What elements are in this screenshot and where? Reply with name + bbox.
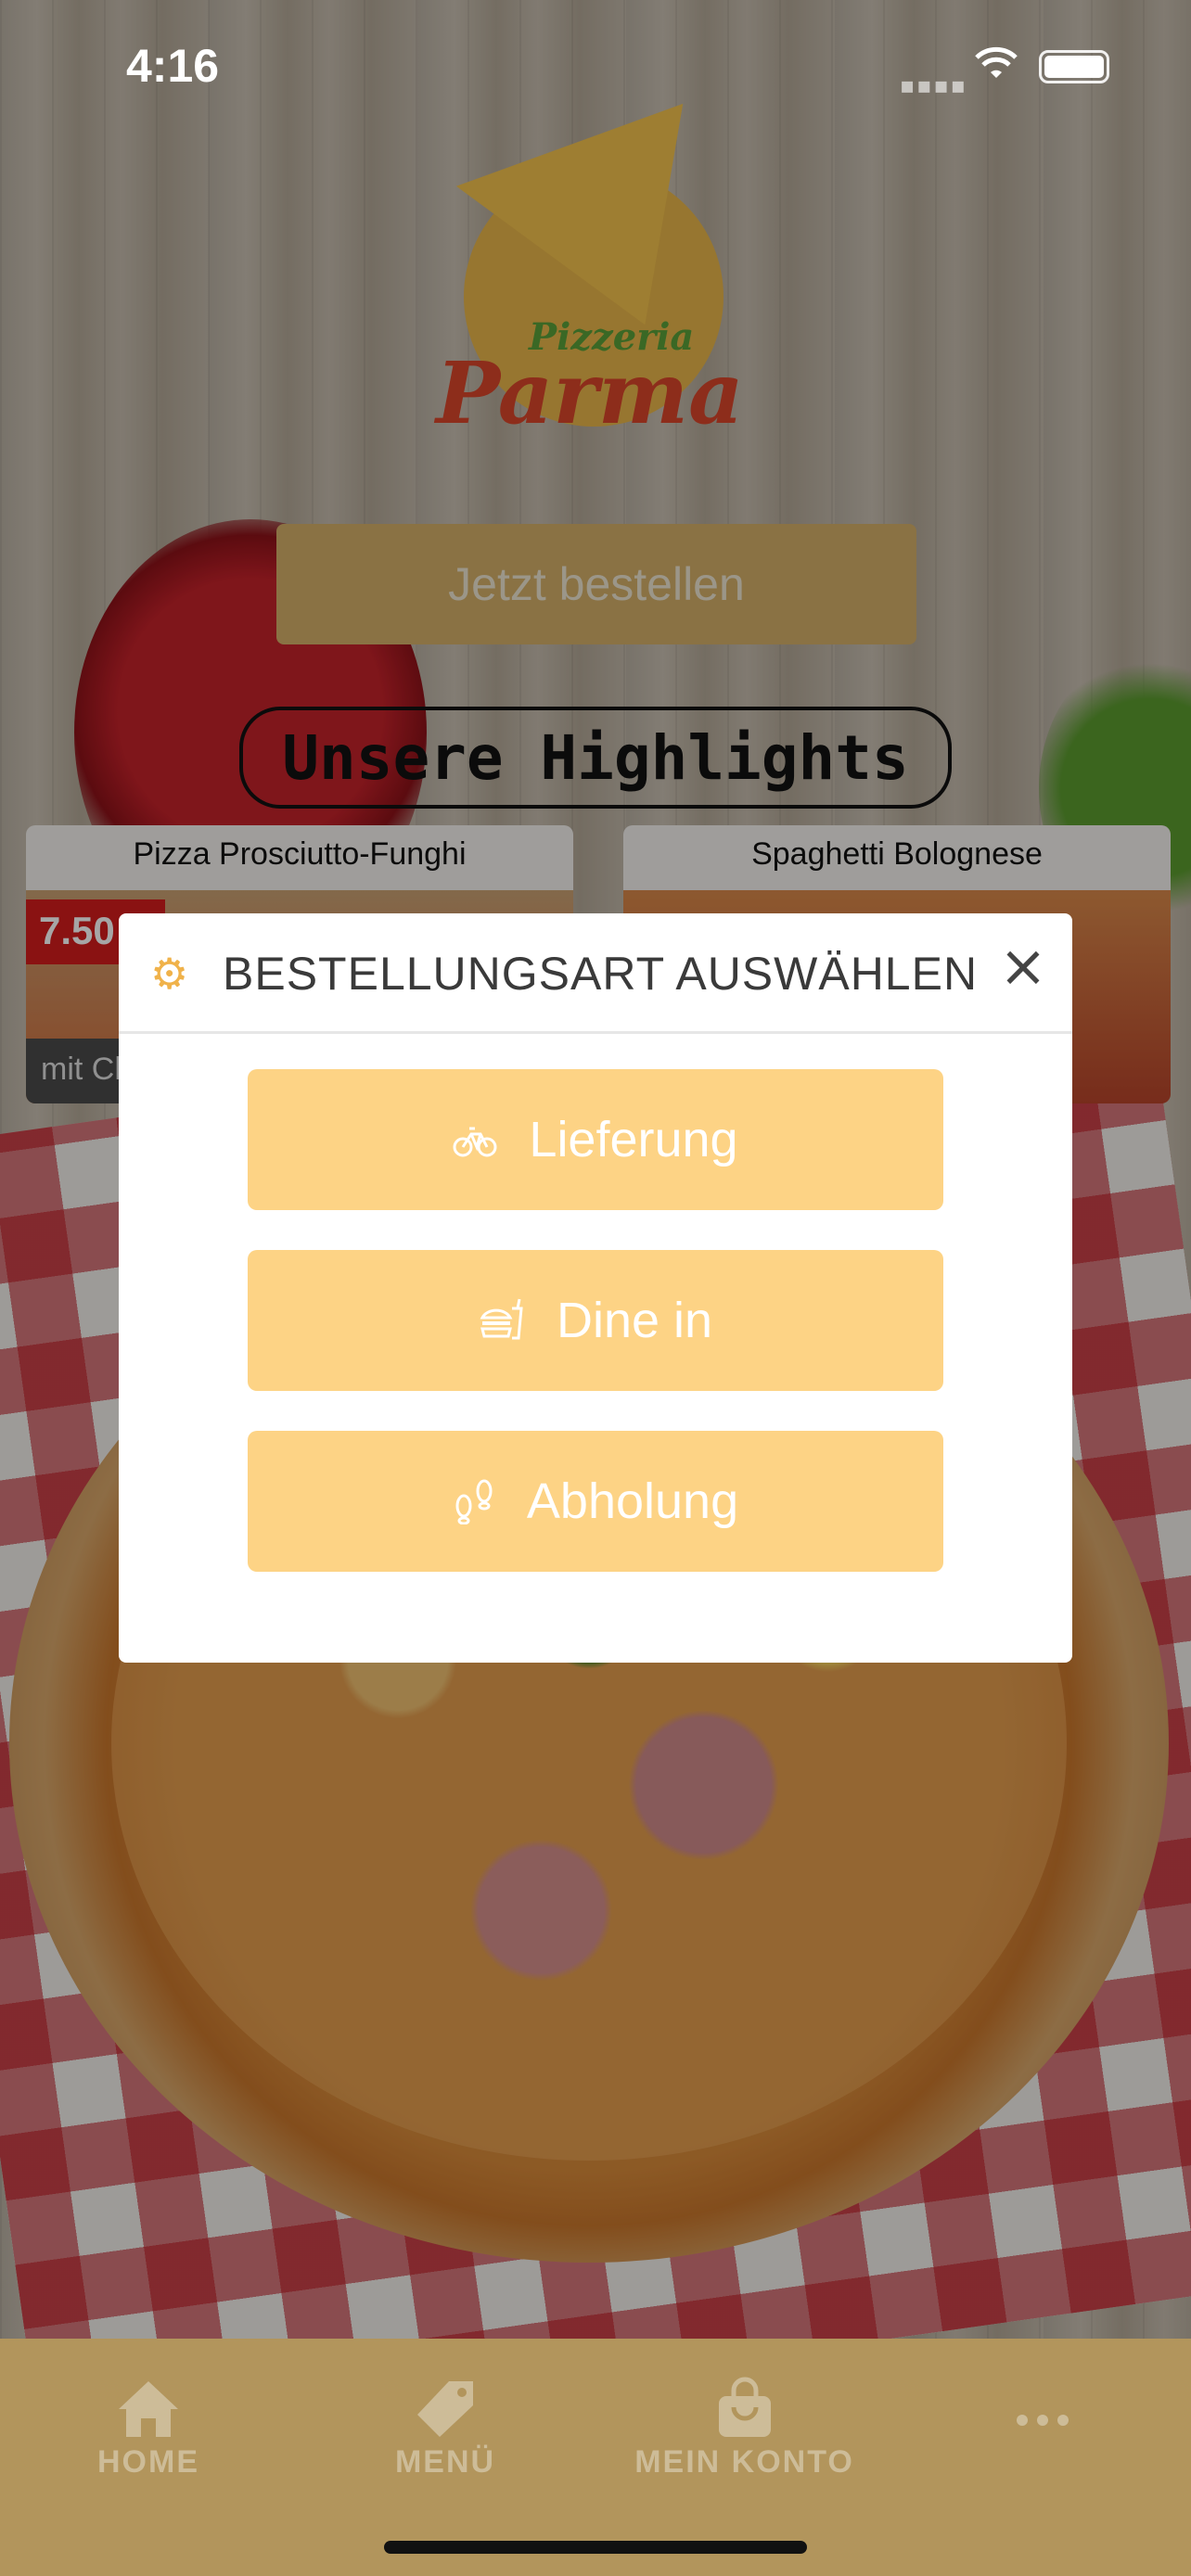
pickup-button[interactable]: Abholung [248,1431,943,1572]
status-time: 4:16 [126,40,220,92]
tab-home[interactable]: HOME [37,2376,260,2480]
bicycle-icon [453,1127,497,1157]
order-type-modal: ⚙ BESTELLUNGSART AUSWÄHLEN × Lieferung D… [119,913,1072,1663]
dine-in-label: Dine in [556,1293,713,1348]
tab-home-label: HOME [97,2444,199,2480]
status-bar: 4:16 ▪▪▪▪ [0,0,1191,130]
house-icon [119,2381,178,2437]
delivery-button[interactable]: Lieferung [248,1069,943,1210]
home-indicator [384,2541,807,2554]
battery-icon [1039,50,1109,83]
delivery-label: Lieferung [529,1112,738,1167]
close-icon[interactable]: × [991,934,1056,999]
tab-menu-label: MENÜ [394,2444,496,2480]
tab-account[interactable]: MEIN KONTO [631,2376,858,2480]
tag-icon [417,2381,473,2437]
footsteps-icon [455,1479,493,1524]
burger-icon [480,1298,523,1340]
dine-in-button[interactable]: Dine in [248,1250,943,1391]
modal-header: ⚙ BESTELLUNGSART AUSWÄHLEN × [119,913,1072,1034]
signal-icon: ▪▪▪▪ [900,72,968,98]
gear-icon: ⚙ [150,949,189,999]
tab-more[interactable] [931,2376,1154,2444]
more-icon [1017,2415,1069,2426]
pickup-label: Abholung [526,1473,739,1529]
bag-icon [718,2377,771,2437]
wifi-icon [975,46,1018,78]
modal-title: BESTELLUNGSART AUSWÄHLEN [223,948,979,1000]
tab-menu[interactable]: MENÜ [334,2376,557,2480]
tab-account-label: MEIN KONTO [634,2444,854,2480]
